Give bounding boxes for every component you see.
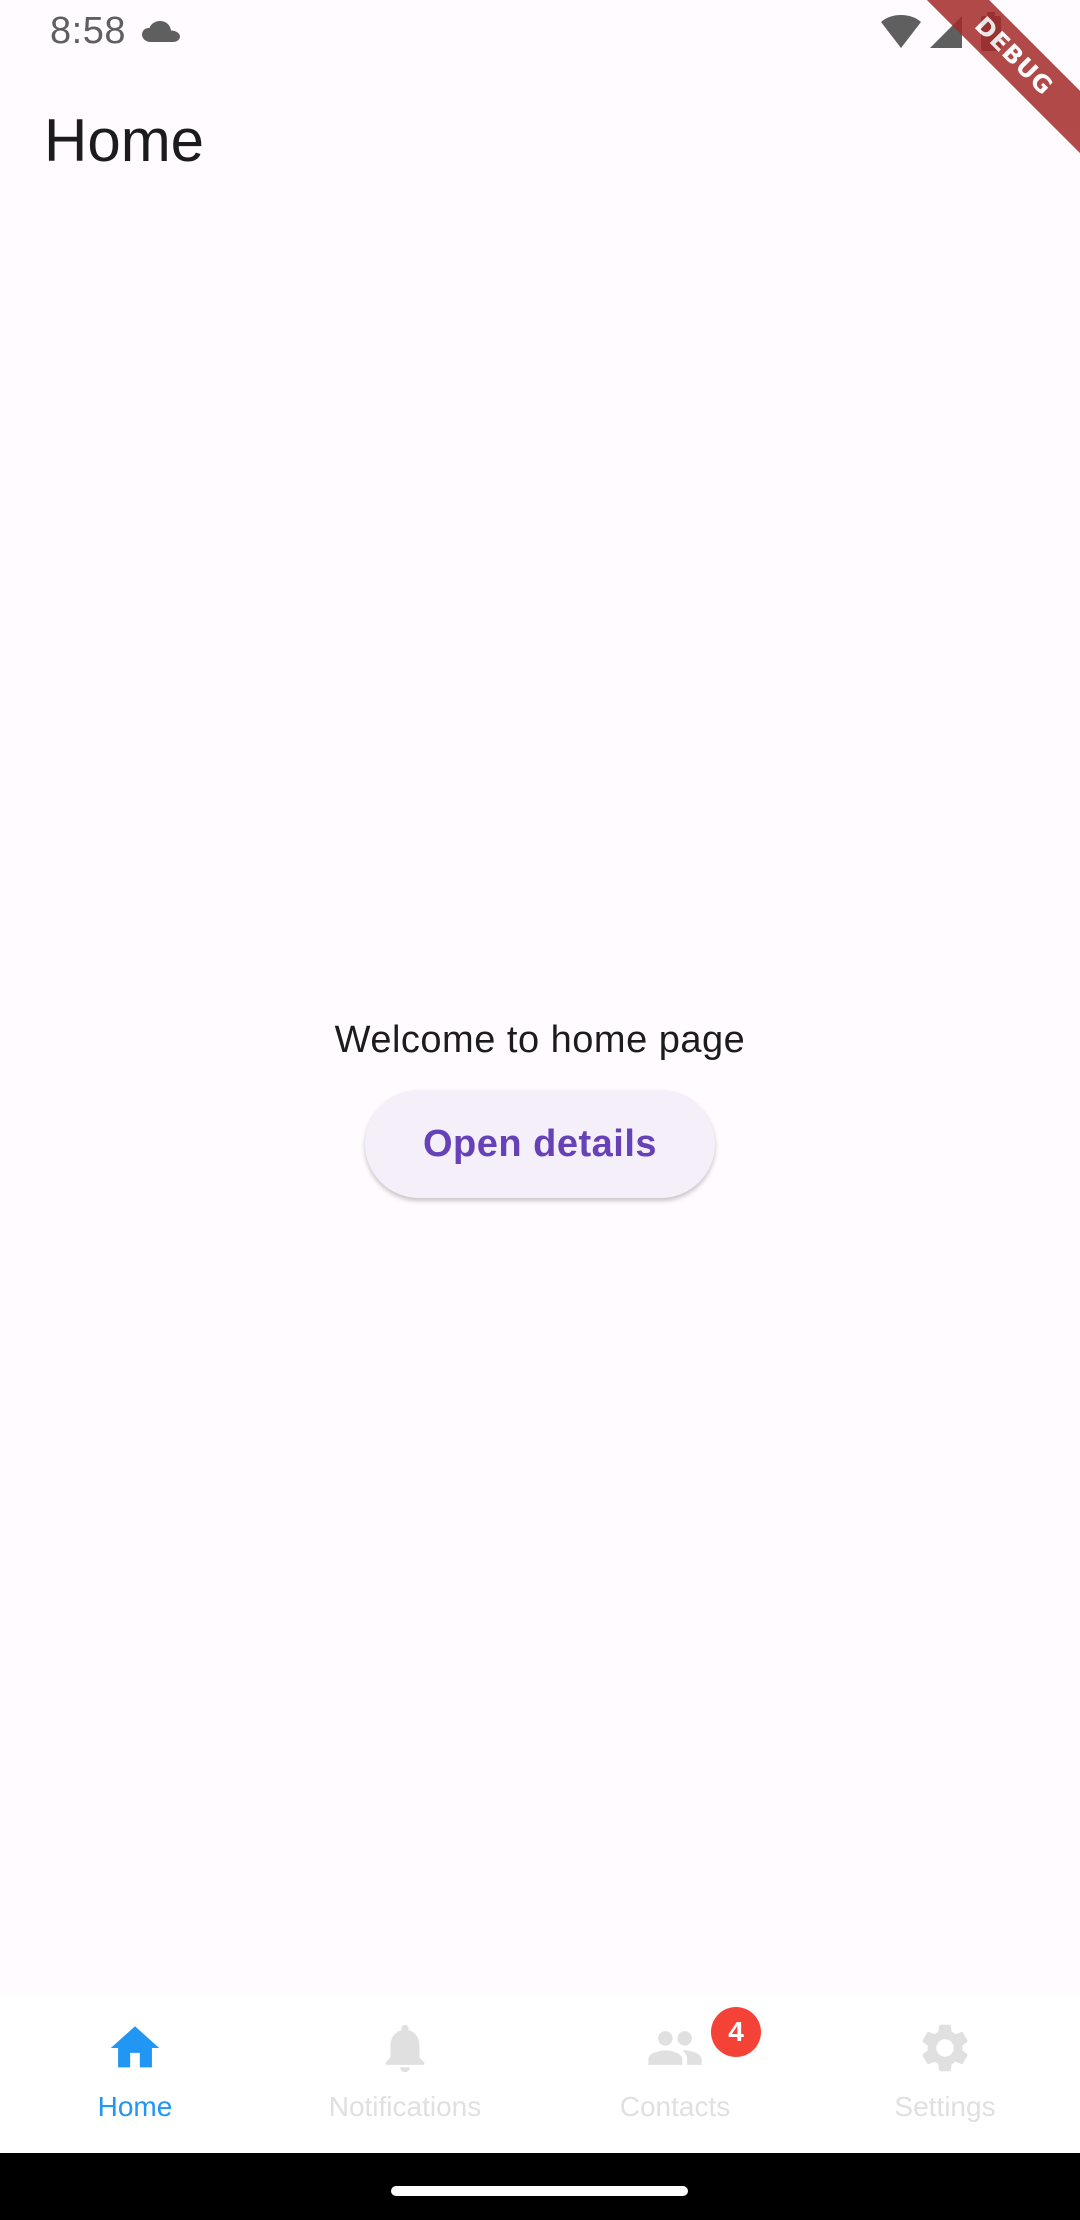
nav-item-contacts[interactable]: 4 Contacts — [540, 1993, 810, 2153]
bell-icon — [385, 2025, 425, 2073]
status-bar: 8:58 — [0, 0, 1080, 66]
bottom-navigation-bar: Home Notifications 4 Contacts Settings — [0, 1993, 1080, 2153]
home-content: Welcome to home page Open details — [0, 1010, 1080, 1198]
gear-icon — [922, 2024, 968, 2072]
nav-item-notifications[interactable]: Notifications — [270, 1993, 540, 2153]
open-details-button[interactable]: Open details — [365, 1090, 715, 1198]
people-icon — [648, 2031, 702, 2065]
battery-icon — [981, 12, 1001, 51]
nav-item-settings[interactable]: Settings — [810, 1993, 1080, 2153]
signal-icon — [930, 16, 962, 48]
status-time: 8:58 — [50, 10, 126, 52]
home-indicator[interactable] — [391, 2186, 688, 2196]
home-icon — [110, 2026, 160, 2068]
nav-label-settings: Settings — [894, 2091, 996, 2122]
welcome-text: Welcome to home page — [334, 1019, 746, 1061]
nav-item-home[interactable]: Home — [0, 1993, 270, 2153]
nav-label-home: Home — [97, 2091, 173, 2122]
wifi-icon — [881, 15, 921, 48]
nav-label-contacts: Contacts — [619, 2091, 731, 2122]
system-navigation-bar — [0, 2153, 1080, 2220]
page-title: Home — [44, 107, 205, 174]
app-bar: Home — [0, 66, 1080, 220]
cloud-icon — [142, 21, 180, 42]
nav-label-notifications: Notifications — [328, 2091, 482, 2122]
contacts-badge: 4 — [711, 2007, 761, 2057]
